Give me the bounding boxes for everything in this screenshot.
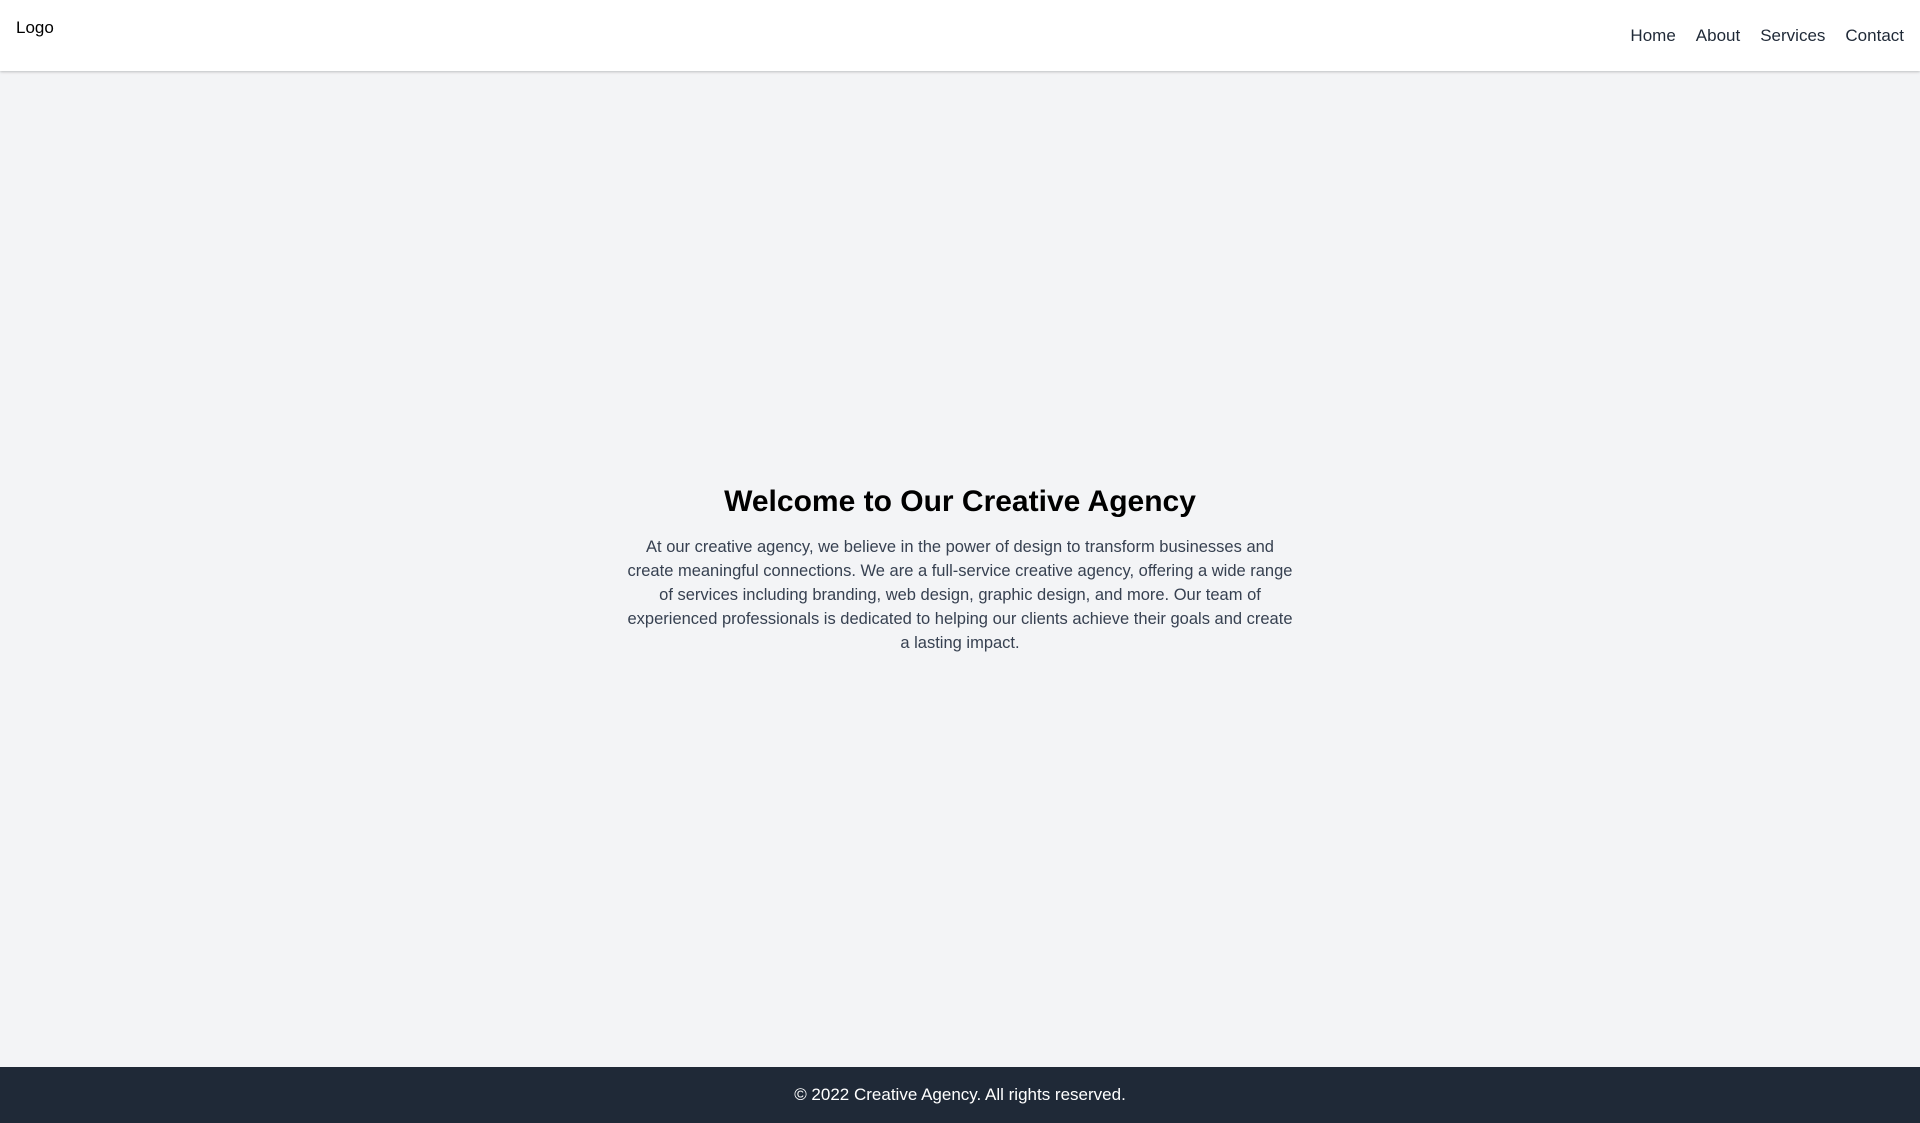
footer-copyright: © 2022 Creative Agency. All rights reser… — [794, 1085, 1126, 1104]
hero-content: Welcome to Our Creative Agency At our cr… — [625, 483, 1295, 655]
logo[interactable]: Logo — [16, 18, 54, 38]
nav-services-link[interactable]: Services — [1760, 26, 1825, 46]
hero-title: Welcome to Our Creative Agency — [724, 485, 1196, 518]
site-header: Logo Home About Services Contact — [0, 0, 1920, 71]
page: Logo Home About Services Contact Welcome… — [0, 0, 1920, 1123]
hero-description: At our creative agency, we believe in th… — [627, 538, 1293, 652]
nav-contact-link[interactable]: Contact — [1845, 26, 1904, 46]
site-footer: © 2022 Creative Agency. All rights reser… — [0, 1067, 1920, 1123]
nav-about-link[interactable]: About — [1696, 26, 1740, 46]
hero-section: Welcome to Our Creative Agency At our cr… — [0, 71, 1920, 1067]
nav-home-link[interactable]: Home — [1630, 26, 1675, 46]
main-nav: Home About Services Contact — [1630, 26, 1904, 46]
